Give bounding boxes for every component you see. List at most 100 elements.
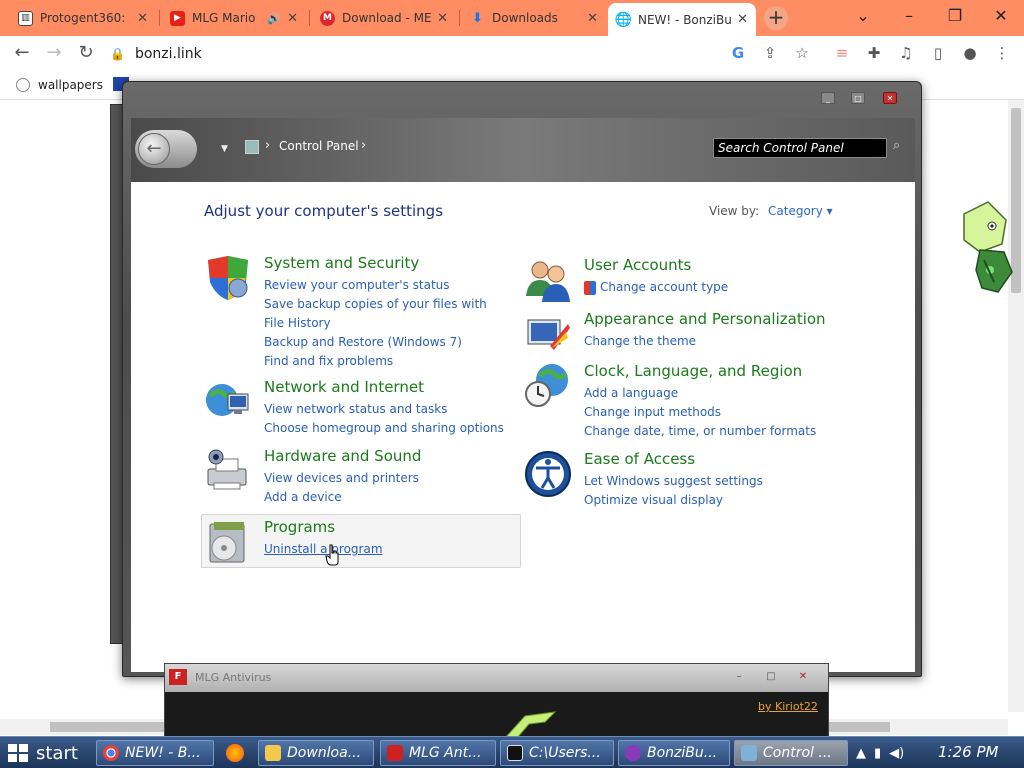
link-optimize-visual[interactable]: Optimize visual display [584,491,834,510]
link-homegroup[interactable]: Choose homegroup and sharing options [264,419,514,438]
download-icon: ⬇ [472,10,483,26]
new-tab-button[interactable]: + [764,6,788,30]
speaker-icon[interactable]: 🔊 [267,12,281,25]
breadcrumb-control-panel[interactable]: Control Panel [279,139,359,153]
bookmark-star-icon[interactable]: ☆ [792,44,812,62]
close-icon[interactable]: ✕ [287,11,298,26]
category-title[interactable]: Ease of Access [584,450,695,468]
cp-content: Adjust your computer's settings View by:… [131,182,915,672]
tab-protogent[interactable]: ▥ Protogent360: ✕ [10,4,156,32]
start-button[interactable]: start [0,738,90,768]
cp-minimize-button[interactable]: _ [821,92,835,104]
taskbar-item-downloads[interactable]: Downloa... [258,740,374,766]
chrome-icon [103,745,119,761]
mega-icon: M [320,10,335,26]
cp-back-button[interactable]: ← [135,130,197,168]
restore-button[interactable]: ❐ [940,6,970,25]
category-title[interactable]: Programs [264,518,335,536]
extensions-icon[interactable]: ✚ [864,44,884,62]
link-date-time-formats[interactable]: Change date, time, or number formats [584,422,844,441]
link-network-status[interactable]: View network status and tasks [264,400,514,419]
link-change-theme[interactable]: Change the theme [584,332,834,351]
close-icon[interactable]: ✕ [137,11,148,26]
peridot-character-image [963,201,1013,293]
search-icon[interactable]: ⌕ [893,138,900,153]
google-icon[interactable]: G [728,44,748,62]
tab-downloads[interactable]: ⬇ Downloads ✕ [462,4,606,32]
lock-icon[interactable]: 🔒 [110,47,125,61]
taskbar-item-mlg-antivirus[interactable]: MLG Ant... [380,740,496,766]
breadcrumb-chevron-icon[interactable]: › [265,138,270,153]
taskbar-clock[interactable]: 1:26 PM [938,743,998,761]
url-text[interactable]: bonzi.link [135,46,202,62]
control-panel-icon[interactable] [245,140,259,154]
category-title[interactable]: Clock, Language, and Region [584,362,802,380]
close-icon[interactable]: ✕ [737,12,748,27]
link-review-status[interactable]: Review your computer's status [264,276,504,295]
bookmark-favicon-icon [16,78,30,92]
close-icon[interactable]: ✕ [587,11,598,26]
faze-logo-icon [387,745,403,761]
page-title: Adjust your computer's settings [204,202,444,220]
volume-icon[interactable]: ◀) [889,746,904,761]
av-title-bar[interactable]: F MLG Antivirus – □ ✕ [165,664,828,692]
reload-icon[interactable]: ↻ [74,42,98,63]
firefox-icon[interactable] [226,744,244,762]
address-bar[interactable]: 🔒 bonzi.link [110,40,830,68]
av-maximize-button[interactable]: □ [763,670,779,684]
close-icon[interactable]: ✕ [437,11,448,26]
category-title[interactable]: System and Security [264,254,419,272]
av-close-button[interactable]: ✕ [795,670,811,684]
taskbar-item-7zip[interactable]: C:\Users... [500,740,614,766]
programs-disc-icon [209,522,245,563]
show-hidden-icons[interactable]: ▲ [856,746,866,761]
page-scrollbar-vertical[interactable] [1008,100,1024,712]
category-title[interactable]: Appearance and Personalization [584,310,826,328]
minimize-button[interactable]: – [894,6,924,25]
tab-download-mega[interactable]: M Download - ME ✕ [312,4,456,32]
forward-icon[interactable]: → [42,42,66,63]
link-change-account-type[interactable]: Change account type [600,278,728,297]
tab-title: MLG Mario [192,11,256,25]
back-icon[interactable]: ← [10,42,34,63]
av-minimize-button[interactable]: – [731,670,747,684]
link-file-history[interactable]: Save backup copies of your files with Fi… [264,295,504,333]
share-icon[interactable]: ⇪ [760,44,780,62]
category-title[interactable]: Hardware and Sound [264,447,421,465]
cp-close-button[interactable]: ✕ [883,92,897,104]
profile-icon[interactable]: ● [960,44,980,62]
taskbar: start NEW! - B... Downloa... MLG Ant... … [0,736,1024,768]
taskbar-item-label: MLG Ant... [409,745,482,761]
category-title[interactable]: User Accounts [584,256,691,274]
recent-pages-dropdown-icon[interactable]: ▼ [221,144,228,154]
category-title[interactable]: Network and Internet [264,378,424,396]
close-window-button[interactable]: ✕ [986,6,1016,25]
link-devices-printers[interactable]: View devices and printers [264,469,514,488]
taskbar-item-label: C:\Users... [529,745,601,761]
side-panel-icon[interactable]: ▯ [928,44,948,62]
network-icon[interactable]: ▮ [874,746,881,761]
extension-flag-icon[interactable]: ≡ [832,44,852,62]
av-credit-link[interactable]: by Kiriot22 [758,700,818,713]
media-icon[interactable]: ♫ [896,44,916,62]
cp-maximize-button[interactable]: □ [851,92,865,104]
taskbar-item-control-panel[interactable]: Control ... [734,740,848,766]
chevron-down-icon[interactable]: ⌄ [848,6,878,25]
link-windows-suggest[interactable]: Let Windows suggest settings [584,472,834,491]
tab-mlg-mario[interactable]: ▶ MLG Mario 🔊 ✕ [162,4,306,32]
link-input-methods[interactable]: Change input methods [584,403,844,422]
ease-of-access-icon [525,451,571,497]
link-uninstall-program[interactable]: Uninstall a program [264,540,514,559]
breadcrumb-chevron-icon[interactable]: › [361,138,366,153]
link-add-device[interactable]: Add a device [264,488,514,507]
bookmark-wallpapers[interactable]: wallpapers [16,78,103,92]
link-backup-restore[interactable]: Backup and Restore (Windows 7) [264,333,504,352]
view-by-dropdown[interactable]: Category ▾ [768,204,833,218]
link-add-language[interactable]: Add a language [584,384,844,403]
link-find-fix[interactable]: Find and fix problems [264,352,504,371]
tab-bonzibuddy[interactable]: 🌐 NEW! - BonziBu ✕ [608,3,756,36]
search-control-panel-input[interactable]: Search Control Panel [713,138,887,158]
taskbar-item-chrome[interactable]: NEW! - B... [96,740,214,766]
menu-icon[interactable]: ⋮ [992,44,1012,62]
taskbar-item-bonzibuddy[interactable]: BonziBu... [618,740,730,766]
